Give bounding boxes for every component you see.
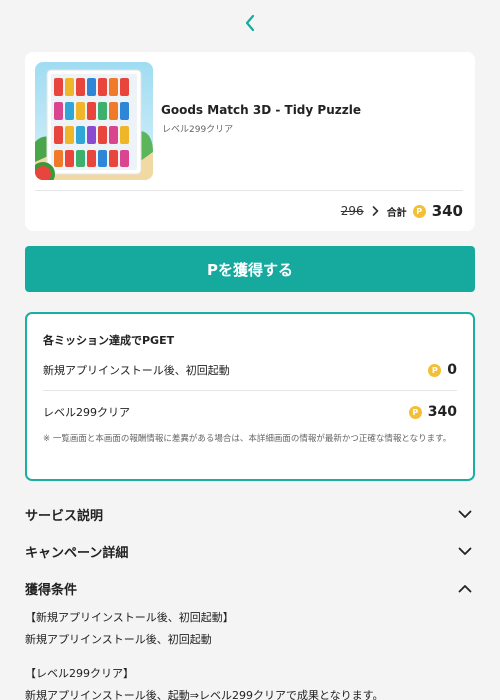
- chevron-down-icon: [458, 510, 472, 519]
- divider: [35, 190, 463, 191]
- mission-label: 新規アプリインストール後、初回起動: [43, 364, 230, 377]
- divider: [43, 390, 457, 391]
- accordion-acquisition-conditions[interactable]: 獲得条件: [25, 577, 475, 599]
- old-price: 296: [340, 204, 364, 218]
- condition-body: 新規アプリインストール後、起動⇒レベル299クリアで成果となります。: [25, 689, 384, 700]
- total-points: 340: [431, 202, 463, 220]
- accordion-title: サービス説明: [25, 508, 104, 524]
- app-subtitle: レベル299クリア: [162, 125, 234, 135]
- mission-label: レベル299クリア: [43, 406, 130, 419]
- point-coin-icon: P: [408, 405, 422, 419]
- accordion-campaign-details[interactable]: キャンペーン詳細: [25, 540, 475, 562]
- mission-item: 新規アプリインストール後、初回起動 P 0: [43, 359, 457, 381]
- condition-heading: 【新規アプリインストール後、初回起動】: [25, 611, 234, 624]
- accordion-service-description[interactable]: サービス説明: [25, 503, 475, 525]
- chevron-left-icon: [245, 14, 255, 32]
- price-row: 296 合計 P 340: [341, 202, 463, 220]
- accordion-title: 獲得条件: [25, 582, 78, 598]
- missions-title: 各ミッション達成でPGET: [43, 334, 175, 347]
- condition-body: 新規アプリインストール後、初回起動: [25, 633, 212, 646]
- app-card: Goods Match 3D - Tidy Puzzle レベル299クリア 2…: [25, 52, 475, 231]
- chevron-up-icon: [458, 584, 472, 593]
- top-bar: [0, 0, 500, 46]
- point-coin-icon: P: [428, 363, 442, 377]
- mission-points: 0: [447, 362, 457, 378]
- condition-heading: 【レベル299クリア】: [25, 667, 134, 680]
- mission-points: 340: [427, 404, 457, 420]
- app-thumbnail: [35, 62, 153, 180]
- accordion-title: キャンペーン詳細: [25, 545, 129, 561]
- app-title: Goods Match 3D - Tidy Puzzle: [161, 103, 361, 117]
- mission-item: レベル299クリア P 340: [43, 401, 457, 423]
- point-coin-icon: P: [412, 204, 426, 218]
- chevron-down-icon: [458, 547, 472, 556]
- get-points-button[interactable]: Pを獲得する: [25, 246, 475, 292]
- missions-note: ※ 一覧画面と本画面の報酬情報に差異がある場合は、本詳細画面の情報が最新かつ正確…: [43, 434, 452, 444]
- back-button[interactable]: [235, 8, 265, 38]
- chevron-right-icon: [372, 206, 379, 216]
- missions-panel: 各ミッション達成でPGET 新規アプリインストール後、初回起動 P 0 レベル2…: [25, 312, 475, 481]
- total-label: 合計: [386, 207, 407, 219]
